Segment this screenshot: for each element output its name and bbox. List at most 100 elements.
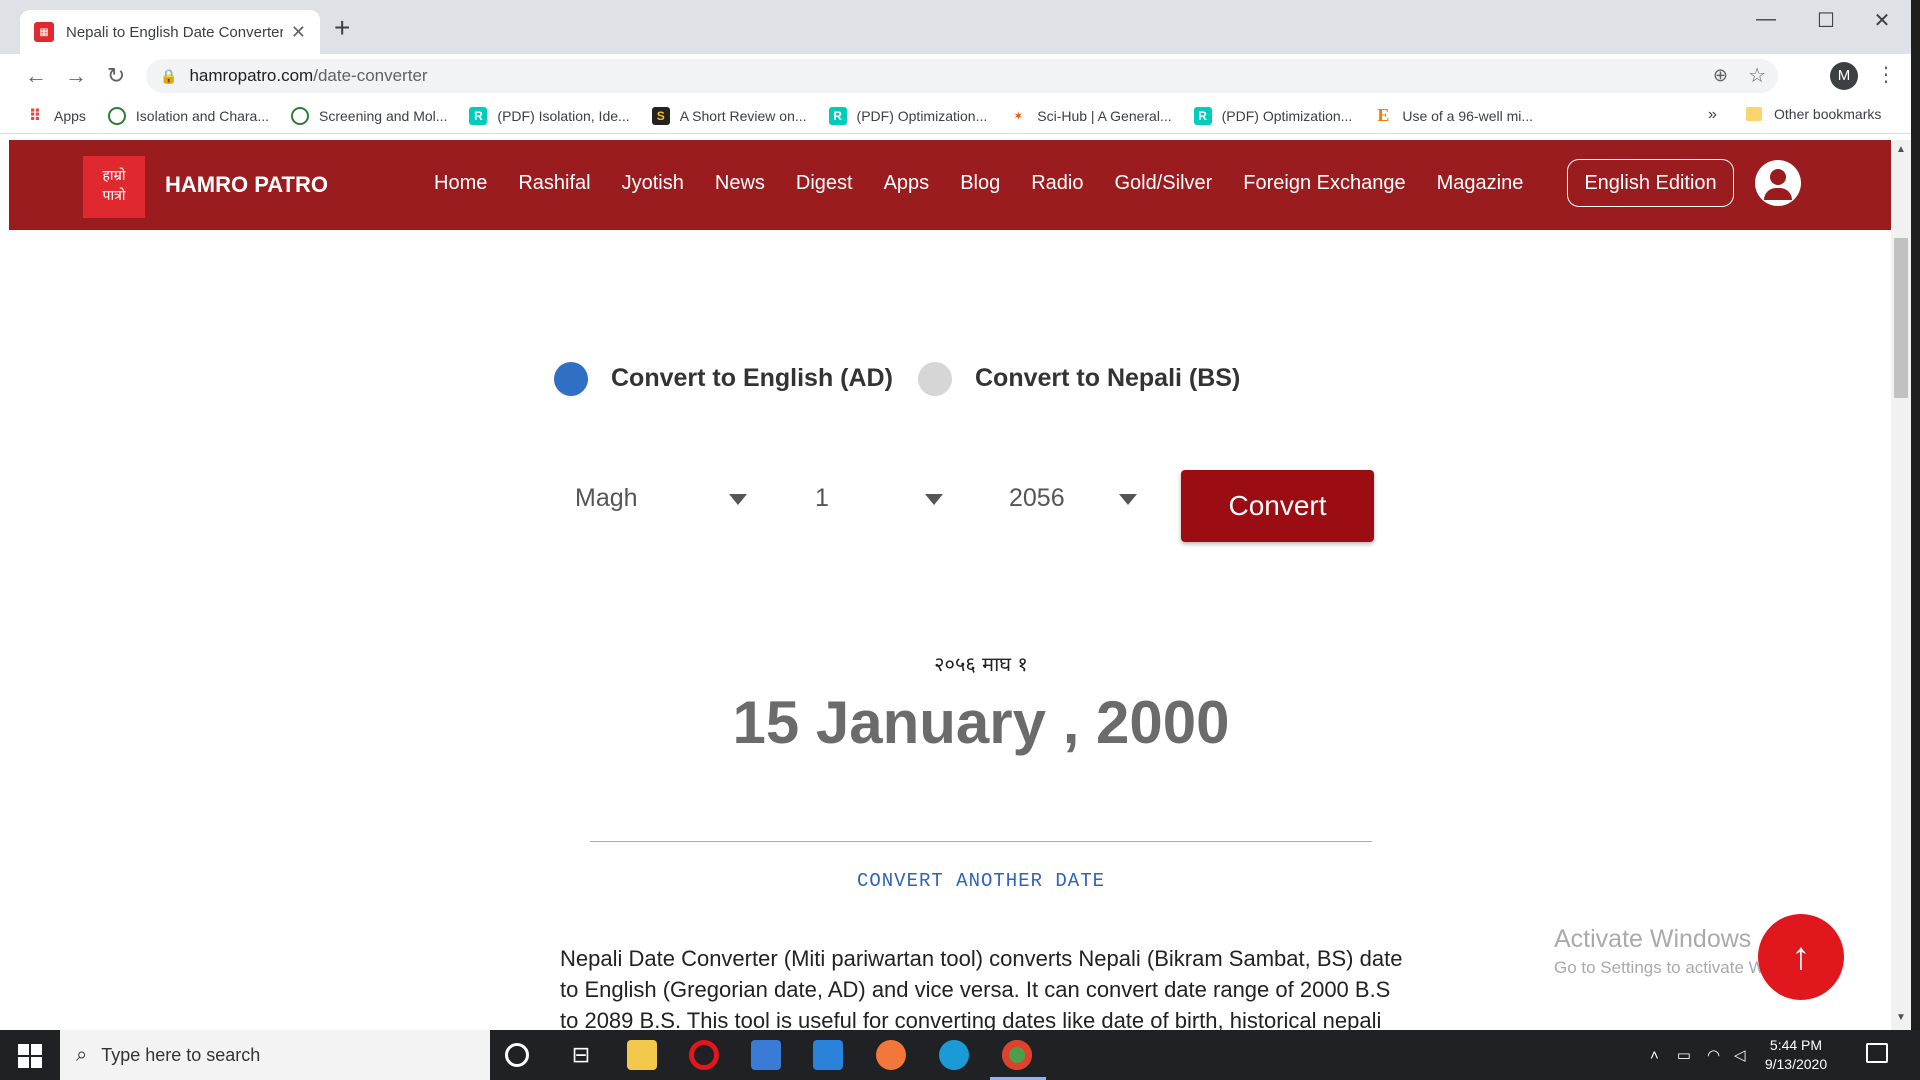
mail-icon[interactable] [813,1040,843,1070]
taskbar-search-box[interactable]: ⌕ Type here to search [60,1030,490,1080]
tab-strip: ▦ Nepali to English Date Converter ✕ + —… [0,0,1920,54]
researchgate-icon: R [469,106,488,125]
radio-convert-to-nepali[interactable] [918,362,952,396]
battery-icon[interactable]: ▭ [1677,1046,1691,1064]
notifications-icon[interactable] [1866,1043,1888,1063]
radio-convert-to-english[interactable] [554,362,588,396]
url-text: hamropatro.com/date-converter [189,66,427,86]
task-view-icon[interactable]: ⊟ [566,1040,596,1070]
bookmark-item[interactable]: S A Short Review on... [651,106,807,125]
nav-jyotish[interactable]: Jyotish [622,172,684,195]
convert-another-date-link[interactable]: CONVERT ANOTHER DATE [0,870,1920,892]
nav-home[interactable]: Home [434,172,487,195]
nav-foreign-exchange[interactable]: Foreign Exchange [1243,172,1405,195]
convert-button[interactable]: Convert [1181,470,1374,542]
arrow-up-icon: ↑ [1791,936,1811,978]
bookmark-apps[interactable]: ⠿ Apps [26,107,86,125]
apps-grid-icon: ⠿ [28,107,42,125]
opera-icon[interactable] [689,1040,719,1070]
chevron-down-icon[interactable] [1119,494,1137,505]
nav-rashifal[interactable]: Rashifal [518,172,590,195]
taskbar-search-placeholder: Type here to search [101,1044,261,1065]
profile-avatar[interactable]: M [1830,62,1858,90]
other-bookmarks[interactable]: Other bookmarks [1746,106,1881,122]
reload-icon[interactable]: ↻ [96,63,136,89]
forward-icon[interactable]: → [56,63,96,89]
other-bookmarks-label: Other bookmarks [1774,106,1882,122]
new-tab-button[interactable]: + [334,14,350,42]
browser-tab[interactable]: ▦ Nepali to English Date Converter ✕ [20,10,320,54]
day-select[interactable]: 1 [815,484,829,513]
wifi-icon[interactable]: ◠ [1707,1046,1720,1064]
zoom-icon[interactable]: ⊕ [1713,65,1728,86]
bookmark-label: (PDF) Optimization... [1221,107,1353,124]
bookmark-star-icon[interactable]: ☆ [1748,63,1766,88]
nav-magazine[interactable]: Magazine [1437,172,1524,195]
more-bookmarks-button[interactable]: » [1708,106,1717,124]
file-explorer-icon[interactable] [627,1040,657,1070]
bookmark-label: (PDF) Optimization... [856,107,988,124]
bookmark-item[interactable]: R (PDF) Optimization... [1193,106,1353,125]
scrollbar-thumb[interactable] [1894,238,1908,398]
nav-radio[interactable]: Radio [1031,172,1083,195]
nav-blog[interactable]: Blog [960,172,1000,195]
bookmark-item[interactable]: E Use of a 96-well mi... [1374,105,1534,125]
scroll-down-icon[interactable]: ▼ [1896,1012,1906,1023]
bookmarks-bar: ⠿ Apps Isolation and Chara... Screening a… [0,98,1920,134]
back-to-top-button[interactable]: ↑ [1758,914,1844,1000]
bookmark-item[interactable]: R (PDF) Optimization... [828,106,988,125]
sematic-icon: S [651,106,670,125]
user-account-icon[interactable] [1755,160,1801,206]
bookmark-label: Use of a 96-well mi... [1402,107,1534,124]
firefox-icon[interactable] [876,1040,906,1070]
english-edition-button[interactable]: English Edition [1567,159,1734,207]
site-header: हाम्रो पात्रो HAMRO PATRO Home Rashifal J… [9,140,1891,230]
browser-toolbar: ← → ↻ 🔒 hamropatro.com/date-converter ⊕ … [0,54,1920,98]
close-window-icon[interactable]: ✕ [1862,8,1902,33]
bookmark-item[interactable]: R (PDF) Isolation, Ide... [469,106,630,125]
chevron-down-icon[interactable] [729,494,747,505]
site-favicon-icon: ▦ [34,22,54,42]
main-nav: Home Rashifal Jyotish News Digest Apps B… [434,172,1554,195]
elsevier-icon: E [1377,105,1390,125]
store-icon[interactable] [751,1040,781,1070]
label-convert-to-nepali[interactable]: Convert to Nepali (BS) [975,364,1240,393]
bookmark-label: Sci-Hub | A General... [1037,107,1172,124]
bookmark-label: Screening and Mol... [319,107,448,124]
cortana-icon[interactable] [505,1043,529,1067]
nav-gold-silver[interactable]: Gold/Silver [1114,172,1212,195]
site-brand[interactable]: HAMRO PATRO [165,172,328,198]
description-text: Nepali Date Converter (Miti pariwartan t… [560,946,1403,1030]
tab-title: Nepali to English Date Converter [66,23,283,41]
scroll-up-icon[interactable]: ▲ [1896,144,1906,155]
nav-news[interactable]: News [715,172,765,195]
month-select[interactable]: Magh [575,484,638,513]
bookmark-item[interactable]: ✶ Sci-Hub | A General... [1009,107,1171,125]
vertical-scrollbar[interactable]: ▲ ▼ [1891,140,1911,1030]
volume-icon[interactable]: ◁ [1734,1046,1746,1064]
taskbar-clock[interactable]: 5:44 PM 9/13/2020 [1756,1036,1836,1074]
close-tab-icon[interactable]: ✕ [291,22,306,43]
address-bar[interactable]: 🔒 hamropatro.com/date-converter ⊕ ☆ [146,59,1778,93]
back-icon[interactable]: ← [16,63,56,89]
year-select[interactable]: 2056 [1009,484,1065,513]
label-convert-to-english[interactable]: Convert to English (AD) [611,364,893,393]
browser-menu-icon[interactable]: ⋮ [1876,62,1896,87]
result-nepali-date: २०५६ माघ १ [934,652,1028,676]
maximize-icon[interactable]: ☐ [1806,8,1846,33]
minimize-icon[interactable]: — [1746,8,1786,31]
nav-digest[interactable]: Digest [796,172,853,195]
researchgate-icon: R [1193,106,1212,125]
tray-chevron-icon[interactable]: ˄ [1650,1047,1659,1064]
bookmark-item[interactable]: Isolation and Chara... [107,106,269,125]
hamro-patro-logo[interactable]: हाम्रो पात्रो [83,156,145,218]
windows-start-icon[interactable] [18,1044,42,1068]
browser-window: ▦ Nepali to English Date Converter ✕ + —… [0,0,1920,1030]
window-edge [1911,0,1920,1030]
edge-icon[interactable] [939,1040,969,1070]
chrome-icon[interactable] [1002,1040,1032,1070]
researchgate-icon: R [828,106,847,125]
nav-apps[interactable]: Apps [884,172,930,195]
chevron-down-icon[interactable] [925,494,943,505]
bookmark-item[interactable]: Screening and Mol... [291,106,448,125]
